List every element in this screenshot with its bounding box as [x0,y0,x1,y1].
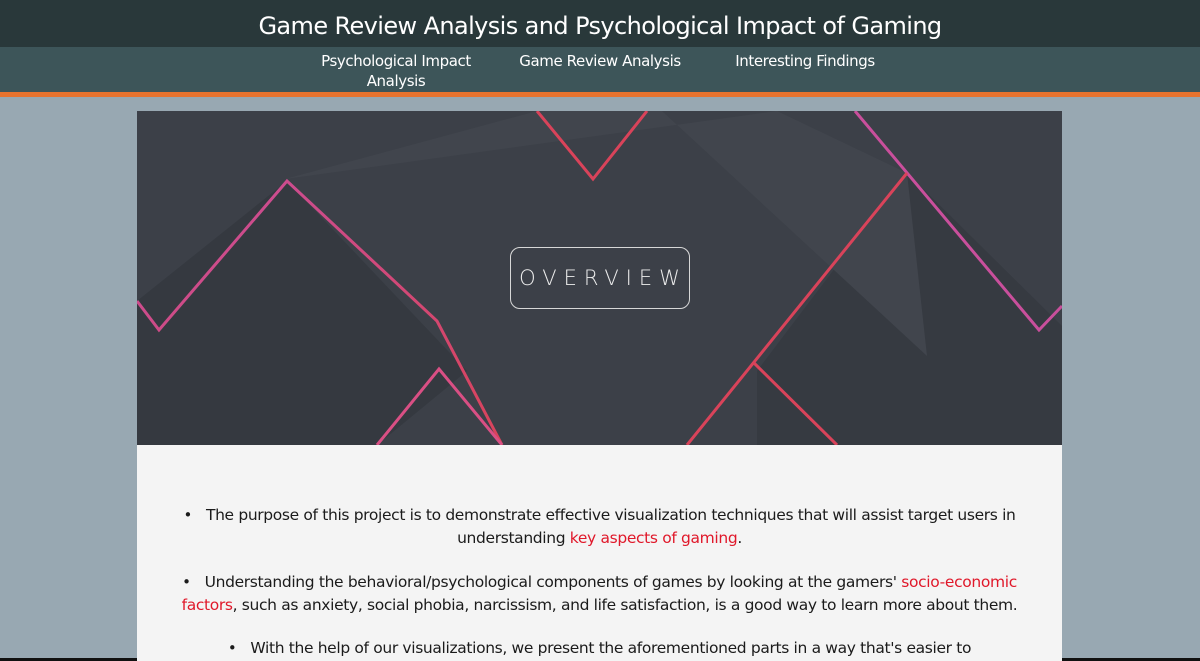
highlight-text: key aspects of gaming [569,529,738,547]
list-item: • With the help of our visualizations, we… [177,637,1022,661]
bullet-marker: • [227,639,237,657]
nav-item-psychological-impact-analysis[interactable]: Psychological Impact Analysis [316,51,476,91]
site-header: Game Review Analysis and Psychological I… [0,0,1200,47]
list-item: • Understanding the behavioral/psychologi… [177,571,1022,617]
overview-label: OVERVIEW [510,247,690,309]
bullet-marker: • [182,573,191,591]
bullet-text-end: . [737,529,742,547]
bullet-marker: • [183,506,192,524]
hero-banner: OVERVIEW [137,111,1062,445]
bullet-text: Understanding the behavioral/psychologic… [204,573,902,591]
bullet-text: With the help of our visualizations, we … [250,639,972,657]
overview-content: • The purpose of this project is to demon… [137,445,1062,661]
bullet-text-end: , such as anxiety, social phobia, narcis… [232,596,1018,614]
nav-accent-bar [0,92,1200,97]
nav-item-game-review-analysis[interactable]: Game Review Analysis [516,51,684,71]
hero-panel-left [137,181,467,445]
nav-item-interesting-findings[interactable]: Interesting Findings [730,51,880,71]
list-item: • The purpose of this project is to demon… [177,504,1022,550]
site-title: Game Review Analysis and Psychological I… [258,12,942,40]
